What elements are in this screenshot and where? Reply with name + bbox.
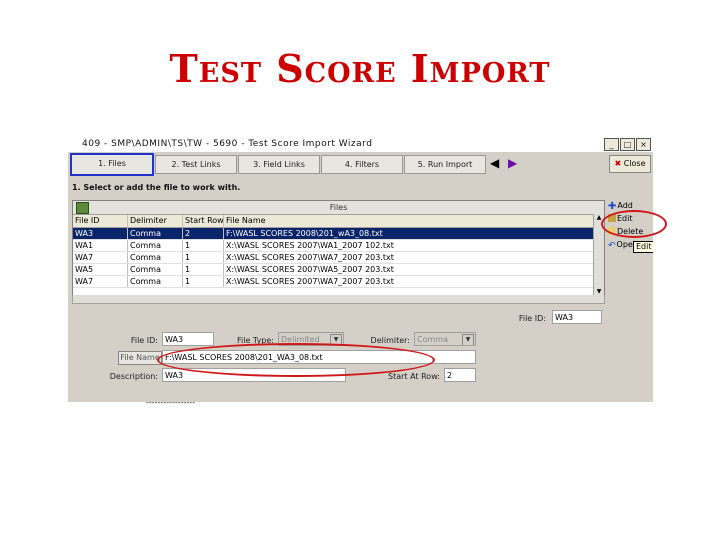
delimiter-select[interactable]: Comma ▼ [414, 332, 476, 346]
plus-icon: ✚ [608, 201, 617, 212]
column-header[interactable]: Delimiter [128, 215, 183, 227]
table-cell: WA7 [73, 276, 128, 287]
close-icon: ✖ [614, 159, 622, 168]
grid-header: File ID Delimiter Start Row File Name [73, 215, 604, 228]
table-cell: Comma [128, 264, 183, 275]
slide-title: Test Score Import [169, 46, 551, 91]
grid-caption: Files [73, 201, 604, 215]
table-cell: WA3 [73, 228, 128, 239]
file-id-label: File ID: [130, 336, 158, 345]
chevron-down-icon: ▼ [462, 334, 474, 345]
table-cell: WA7 [73, 252, 128, 263]
file-id-lookup-label: File ID: [518, 314, 546, 323]
footer-dots: ----------------- [146, 398, 196, 407]
table-cell: Comma [128, 276, 183, 287]
table-cell: X:\WASL SCORES 2007\WA1_2007 102.txt [226, 241, 394, 250]
table-row[interactable]: WA7 Comma 1 X:\WASL SCORES 2007\WA7_2007… [73, 276, 604, 288]
table-row[interactable]: WA5 Comma 1 X:\WASL SCORES 2007\WA5_2007… [73, 264, 604, 276]
table-cell: WA5 [73, 264, 128, 275]
table-cell: WA1 [73, 240, 128, 251]
table-cell: 1 [183, 240, 224, 251]
close-button[interactable]: ✖ Close [609, 155, 651, 173]
description-label: Description: [109, 372, 158, 381]
start-row-label: Start At Row: [388, 372, 440, 381]
file-id-lookup-field[interactable]: WA3 [552, 310, 602, 324]
table-cell: 1 [183, 252, 224, 263]
table-cell: 1 [183, 276, 224, 287]
column-header[interactable]: Start Row [183, 215, 224, 227]
minimize-button[interactable]: _ [604, 138, 619, 151]
step-field-links[interactable]: 3. Field Links [238, 155, 320, 174]
instruction-text: 1. Select or add the file to work with. [72, 183, 241, 192]
prev-arrow-icon[interactable]: ◀ [490, 157, 499, 169]
maximize-button[interactable]: □ [620, 138, 635, 151]
step-test-links[interactable]: 2. Test Links [155, 155, 237, 174]
edit-button-highlight-oval [601, 210, 667, 238]
start-row-field[interactable]: 2 [444, 368, 476, 382]
window-title: 409 - SMP\ADMIN\TS\TW - 5690 - Test Scor… [82, 139, 373, 149]
grid-horizontal-scrollbar[interactable] [72, 295, 605, 304]
table-cell: X:\WASL SCORES 2007\WA7_2007 203.txt [226, 277, 394, 286]
table-cell: 2 [183, 228, 224, 239]
next-arrow-icon[interactable]: ▶ [508, 157, 517, 169]
column-header[interactable]: File ID [73, 215, 128, 227]
table-cell: X:\WASL SCORES 2007\WA5_2007 203.txt [226, 265, 394, 274]
close-window-button[interactable]: × [636, 138, 651, 151]
step-run-import[interactable]: 5. Run Import [404, 155, 486, 174]
table-cell: Comma [128, 240, 183, 251]
step-files[interactable]: 1. Files [70, 153, 154, 176]
table-cell: 1 [183, 264, 224, 275]
column-header[interactable]: File Name [224, 215, 604, 227]
file-name-browse-button[interactable]: File Name [118, 351, 162, 365]
file-id-field[interactable]: WA3 [162, 332, 214, 346]
edit-tooltip: Edit [633, 241, 653, 253]
chart-icon [76, 202, 89, 214]
step-filters[interactable]: 4. Filters [321, 155, 403, 174]
table-row[interactable]: WA1 Comma 1 X:\WASL SCORES 2007\WA1_2007… [73, 240, 604, 252]
window-titlebar: 409 - SMP\ADMIN\TS\TW - 5690 - Test Scor… [68, 137, 653, 152]
table-cell: Comma [128, 252, 183, 263]
delimiter-label: Delimiter: [370, 336, 410, 345]
table-row[interactable]: WA3 Comma 2 F:\WASL SCORES 2008\201_wA3_… [73, 228, 604, 240]
table-cell: X:\WASL SCORES 2007\WA7_2007 203.txt [226, 253, 394, 262]
wizard-steps: 1. Files 2. Test Links 3. Field Links 4.… [68, 152, 653, 176]
file-name-highlight-oval [157, 343, 435, 377]
table-cell: F:\WASL SCORES 2008\201_wA3_08.txt [226, 229, 383, 238]
table-cell: Comma [128, 228, 183, 239]
table-row[interactable]: WA7 Comma 1 X:\WASL SCORES 2007\WA7_2007… [73, 252, 604, 264]
undo-icon: ↶ [608, 241, 616, 251]
files-grid: Files File ID Delimiter Start Row File N… [72, 200, 605, 297]
